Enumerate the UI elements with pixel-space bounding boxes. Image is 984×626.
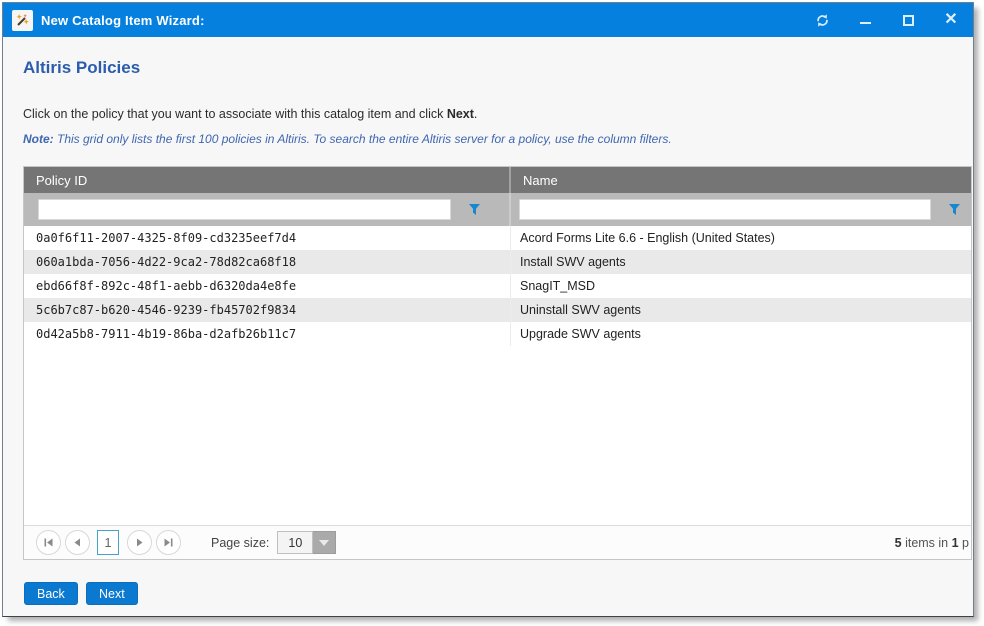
items-mid-text: items in [902,536,952,550]
page-size-dropdown-button[interactable] [313,531,336,554]
policy-id-cell[interactable]: 060a1bda-7056-4d22-9ca2-78d82ca68f18 [24,250,511,274]
status-suffix-text: p [959,536,969,550]
next-button[interactable]: Next [86,582,138,605]
items-count: 5 [895,536,902,550]
note-text: Note: This grid only lists the first 100… [23,132,672,146]
instruction-next-emphasis: Next [447,107,474,121]
previous-page-button[interactable] [65,530,90,555]
note-body: This grid only lists the first 100 polic… [54,132,672,146]
wizard-app-icon [12,10,33,31]
pages-count: 1 [952,536,959,550]
maximize-icon[interactable] [900,12,916,28]
window-title: New Catalog Item Wizard: [41,13,205,28]
page-size-value[interactable]: 10 [277,531,313,554]
policy-id-cell[interactable]: 0a0f6f11-2007-4325-8f09-cd3235eef7d4 [24,226,511,250]
table-row[interactable]: ebd66f8f-892c-48f1-aebb-d6320da4e8fe Sna… [24,274,971,298]
grid-header-row: Policy ID Name [24,167,971,193]
grid-filter-row [24,193,971,226]
name-cell[interactable]: SnagIT_MSD [511,274,971,298]
name-cell[interactable]: Uninstall SWV agents [511,298,971,322]
minimize-icon[interactable] [857,12,873,28]
instruction-suffix: . [474,107,477,121]
name-cell[interactable]: Install SWV agents [511,250,971,274]
wizard-window: New Catalog Item Wizard: ✕ Altiris Polic… [2,2,974,617]
last-page-button[interactable] [156,530,181,555]
name-filter-input[interactable] [519,199,931,220]
table-row[interactable]: 0a0f6f11-2007-4325-8f09-cd3235eef7d4 Aco… [24,226,971,250]
policy-id-cell[interactable]: 0d42a5b8-7911-4b19-86ba-d2afb26b11c7 [24,322,511,346]
chevron-down-icon [319,540,329,546]
policy-id-filter-input[interactable] [38,199,451,220]
policies-grid: Policy ID Name 0a0f6f11-2007-4325-8f09-c… [23,166,972,560]
page-title: Altiris Policies [23,58,140,78]
magic-wand-icon [15,13,30,28]
name-cell[interactable]: Acord Forms Lite 6.6 - English (United S… [511,226,971,250]
first-page-button[interactable] [36,530,61,555]
column-header-name[interactable]: Name [511,167,971,193]
pager-status-text: 5 items in 1 p [895,536,969,550]
instruction-prefix: Click on the policy that you want to ass… [23,107,447,121]
column-header-policy-id[interactable]: Policy ID [24,167,511,193]
table-row[interactable]: 0d42a5b8-7911-4b19-86ba-d2afb26b11c7 Upg… [24,322,971,346]
close-icon[interactable]: ✕ [943,12,959,28]
back-button[interactable]: Back [24,582,78,605]
refresh-icon[interactable] [814,12,830,28]
name-cell[interactable]: Upgrade SWV agents [511,322,971,346]
name-filter-funnel-icon[interactable] [948,203,961,216]
next-page-button[interactable] [127,530,152,555]
policy-id-cell[interactable]: 5c6b7c87-b620-4546-9239-fb45702f9834 [24,298,511,322]
window-controls: ✕ [814,12,959,28]
grid-rows: 0a0f6f11-2007-4325-8f09-cd3235eef7d4 Aco… [24,226,971,346]
grid-pager: 1 Page size: 10 5 items in 1 p [24,525,971,559]
table-row[interactable]: 060a1bda-7056-4d22-9ca2-78d82ca68f18 Ins… [24,250,971,274]
page-size-label: Page size: [211,536,269,550]
current-page-indicator[interactable]: 1 [97,530,119,555]
title-bar: New Catalog Item Wizard: ✕ [3,3,973,37]
note-label: Note: [23,132,54,146]
policy-id-cell[interactable]: ebd66f8f-892c-48f1-aebb-d6320da4e8fe [24,274,511,298]
instruction-text: Click on the policy that you want to ass… [23,107,477,121]
table-row[interactable]: 5c6b7c87-b620-4546-9239-fb45702f9834 Uni… [24,298,971,322]
policy-id-filter-funnel-icon[interactable] [468,203,481,216]
